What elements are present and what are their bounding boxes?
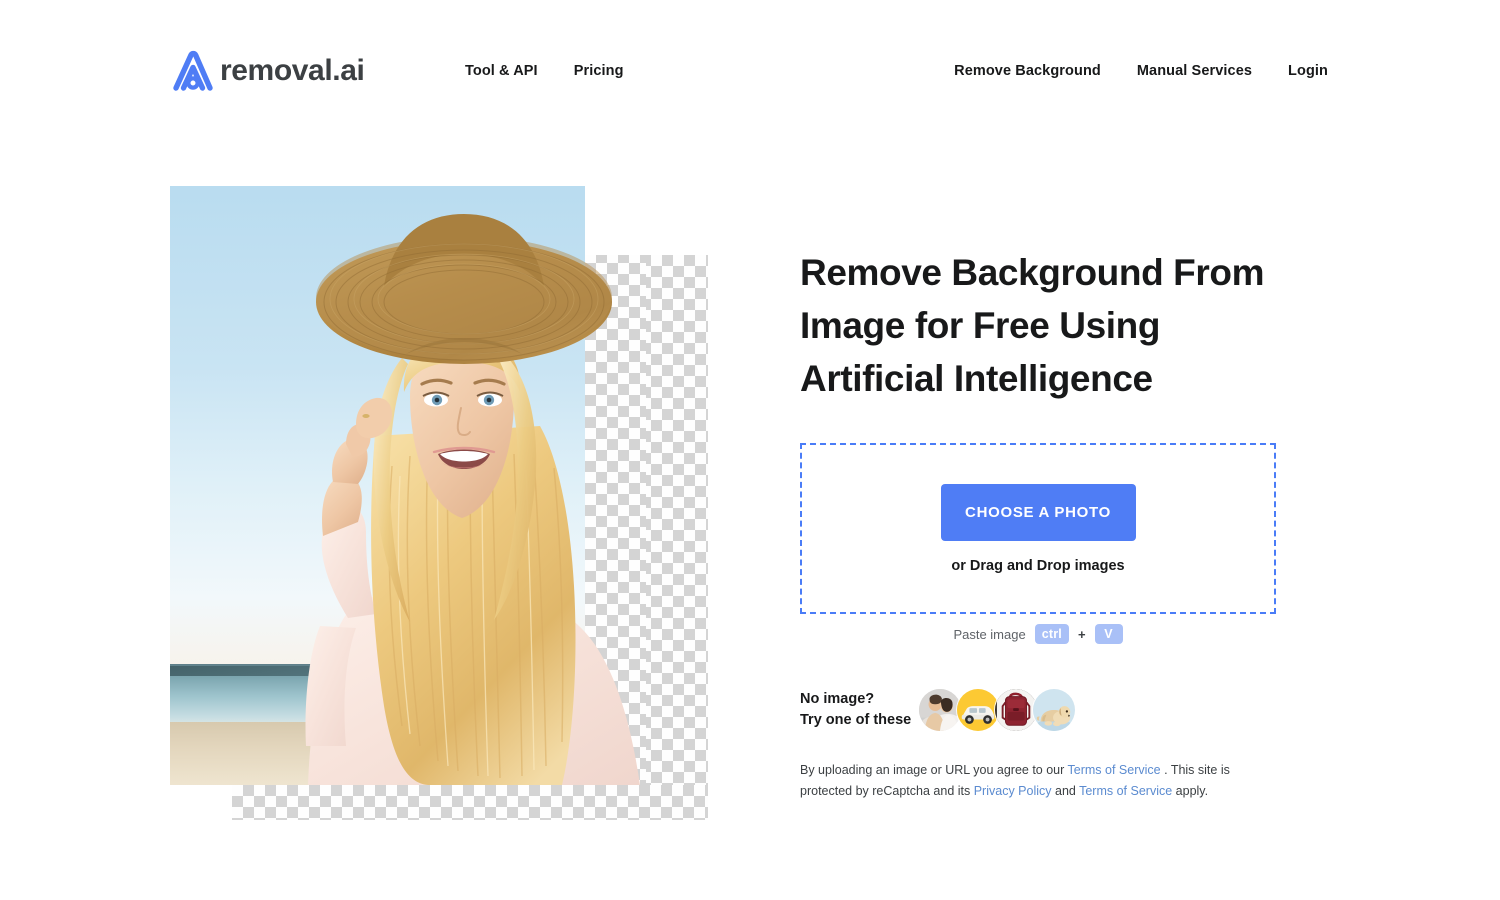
page-root: removal.ai Tool & API Pricing Remove Bac…	[0, 0, 1500, 900]
legal-text-part4: apply.	[1172, 784, 1209, 798]
paste-image-label: Paste image	[953, 626, 1026, 642]
sample-label-line2: Try one of these	[800, 712, 912, 728]
legal-text-part3: and	[1051, 784, 1080, 798]
site-header: removal.ai Tool & API Pricing Remove Bac…	[0, 0, 1500, 120]
terms-of-service-link-2[interactable]: Terms of Service	[1079, 784, 1172, 798]
upload-panel: Remove Background From Image for Free Us…	[800, 246, 1278, 798]
nav-item-remove-background[interactable]: Remove Background	[954, 63, 1101, 79]
hero-image	[170, 186, 708, 820]
paste-image-hint: Paste image ctrl + V	[800, 624, 1276, 644]
sample-thumbnails	[918, 688, 1076, 732]
primary-nav-left: Tool & API Pricing	[465, 63, 624, 79]
brand-logo-link[interactable]: removal.ai	[170, 46, 365, 94]
legal-text-part1: By uploading an image or URL you agree t…	[800, 763, 1068, 777]
legal-disclaimer: By uploading an image or URL you agree t…	[800, 760, 1280, 802]
nav-item-tool-api[interactable]: Tool & API	[465, 63, 538, 79]
removal-ai-logo-icon	[170, 46, 216, 94]
hero-photo-subject	[170, 186, 708, 820]
nav-item-manual-services[interactable]: Manual Services	[1137, 63, 1252, 79]
nav-item-pricing[interactable]: Pricing	[574, 63, 624, 79]
primary-nav-right: Remove Background Manual Services Login	[954, 63, 1328, 79]
key-separator: +	[1077, 626, 1086, 642]
key-ctrl: ctrl	[1034, 624, 1069, 644]
page-title: Remove Background From Image for Free Us…	[800, 252, 1265, 399]
sample-dog[interactable]	[1032, 688, 1076, 732]
brand-name: removal.ai	[220, 54, 365, 87]
terms-of-service-link-1[interactable]: Terms of Service	[1068, 763, 1161, 777]
upload-dropzone[interactable]: CHOOSE A PHOTO or Drag and Drop images	[800, 443, 1276, 614]
sample-images-label: No image? Try one of these	[800, 689, 918, 731]
sample-label-line1: No image?	[800, 691, 875, 707]
key-v: V	[1094, 624, 1123, 644]
drag-and-drop-hint: or Drag and Drop images	[951, 557, 1125, 574]
sample-images-section: No image? Try one of these	[800, 688, 1076, 732]
choose-a-photo-button[interactable]: CHOOSE A PHOTO	[940, 483, 1136, 541]
nav-item-login[interactable]: Login	[1288, 63, 1328, 79]
privacy-policy-link[interactable]: Privacy Policy	[974, 784, 1052, 798]
